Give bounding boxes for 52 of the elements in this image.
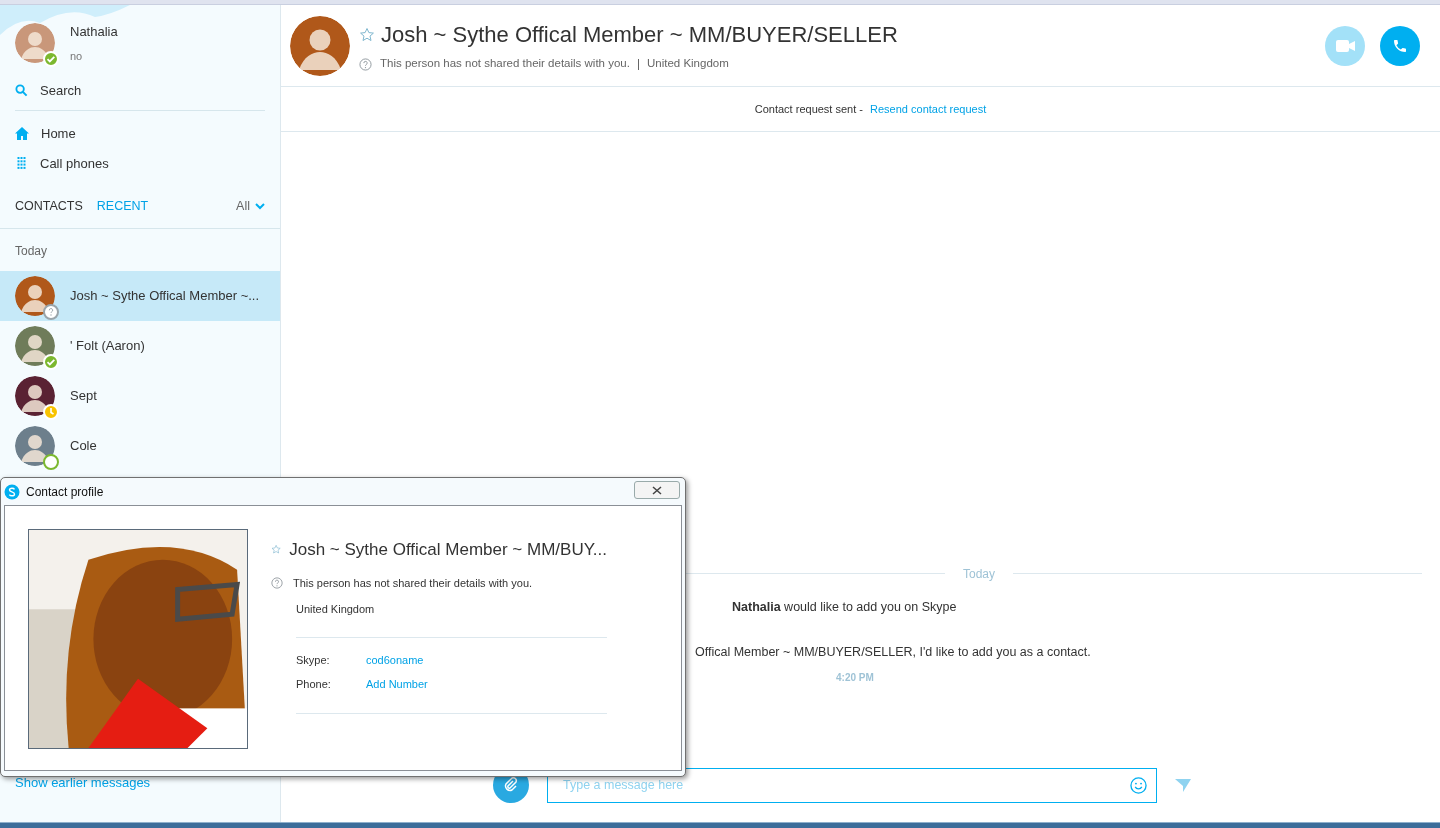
avatar xyxy=(15,23,55,63)
profile-name: Josh ~ Sythe Offical Member ~ MM/BUY... xyxy=(289,539,607,561)
search-icon xyxy=(15,84,28,98)
dialpad-icon xyxy=(15,157,28,170)
help-icon xyxy=(271,576,283,589)
dialog-title: Contact profile xyxy=(26,483,104,501)
field-label: Skype: xyxy=(296,652,331,668)
location-text: United Kingdom xyxy=(296,602,376,617)
call-button[interactable] xyxy=(1380,25,1420,66)
user-name: Nathalia xyxy=(70,23,118,41)
contact-item[interactable]: ' Folt (Aaron) xyxy=(0,320,280,371)
details-text: This person has not shared their details with you. xyxy=(293,575,533,591)
avatar xyxy=(290,15,350,76)
avatar xyxy=(15,275,55,316)
message-input[interactable]: Type a message here xyxy=(547,767,1157,803)
help-icon xyxy=(359,57,372,71)
message-text: Nathalia would like to add you on Skype xyxy=(732,598,957,616)
contact-title: Josh ~ Sythe Offical Member ~ MM/BUYER/SELLER xyxy=(381,21,898,50)
details-text: This person has not shared their details with you. xyxy=(380,56,630,72)
send-icon[interactable] xyxy=(1175,778,1191,792)
close-button[interactable] xyxy=(634,481,680,499)
nav-item[interactable]: Home xyxy=(15,124,280,143)
mood-text: no xyxy=(70,48,84,64)
emoji-icon[interactable] xyxy=(1130,776,1147,794)
close-icon xyxy=(652,485,662,495)
contact-item[interactable]: Cole xyxy=(0,420,280,471)
contact-name: Sept xyxy=(70,386,97,405)
filter-dropdown[interactable]: All xyxy=(236,197,265,216)
avatar xyxy=(15,425,55,466)
location-text: United Kingdom xyxy=(646,56,729,72)
contact-name: Josh ~ Sythe Offical Member ~... xyxy=(70,286,260,305)
field-label: Phone: xyxy=(296,677,332,692)
skype-logo-icon xyxy=(4,483,20,500)
contact-name: Cole xyxy=(70,436,97,455)
section-label: Today xyxy=(14,242,49,260)
day-separator-label: Today xyxy=(963,565,995,583)
message-text: Offical Member ~ MM/BUYER/SELLER, I'd like to add you as a contact. xyxy=(695,644,1091,662)
phone-icon xyxy=(1392,37,1408,54)
star-icon[interactable] xyxy=(359,26,375,43)
chevron-down-icon xyxy=(255,203,265,210)
contact-name: ' Folt (Aaron) xyxy=(70,336,145,355)
nav-item[interactable]: Call phones xyxy=(15,154,280,173)
avatar xyxy=(15,325,55,366)
notice-text: Contact request sent - xyxy=(754,101,864,117)
video-camera-icon xyxy=(1335,39,1355,52)
tab[interactable]: CONTACTS xyxy=(15,197,83,216)
home-icon xyxy=(15,127,29,140)
contact-item[interactable]: Josh ~ Sythe Offical Member ~... xyxy=(0,270,280,321)
contact-item[interactable]: Sept xyxy=(0,370,280,421)
search-button[interactable]: Search xyxy=(15,81,265,111)
message-time: 4:20 PM xyxy=(836,671,874,685)
avatar xyxy=(15,375,55,416)
